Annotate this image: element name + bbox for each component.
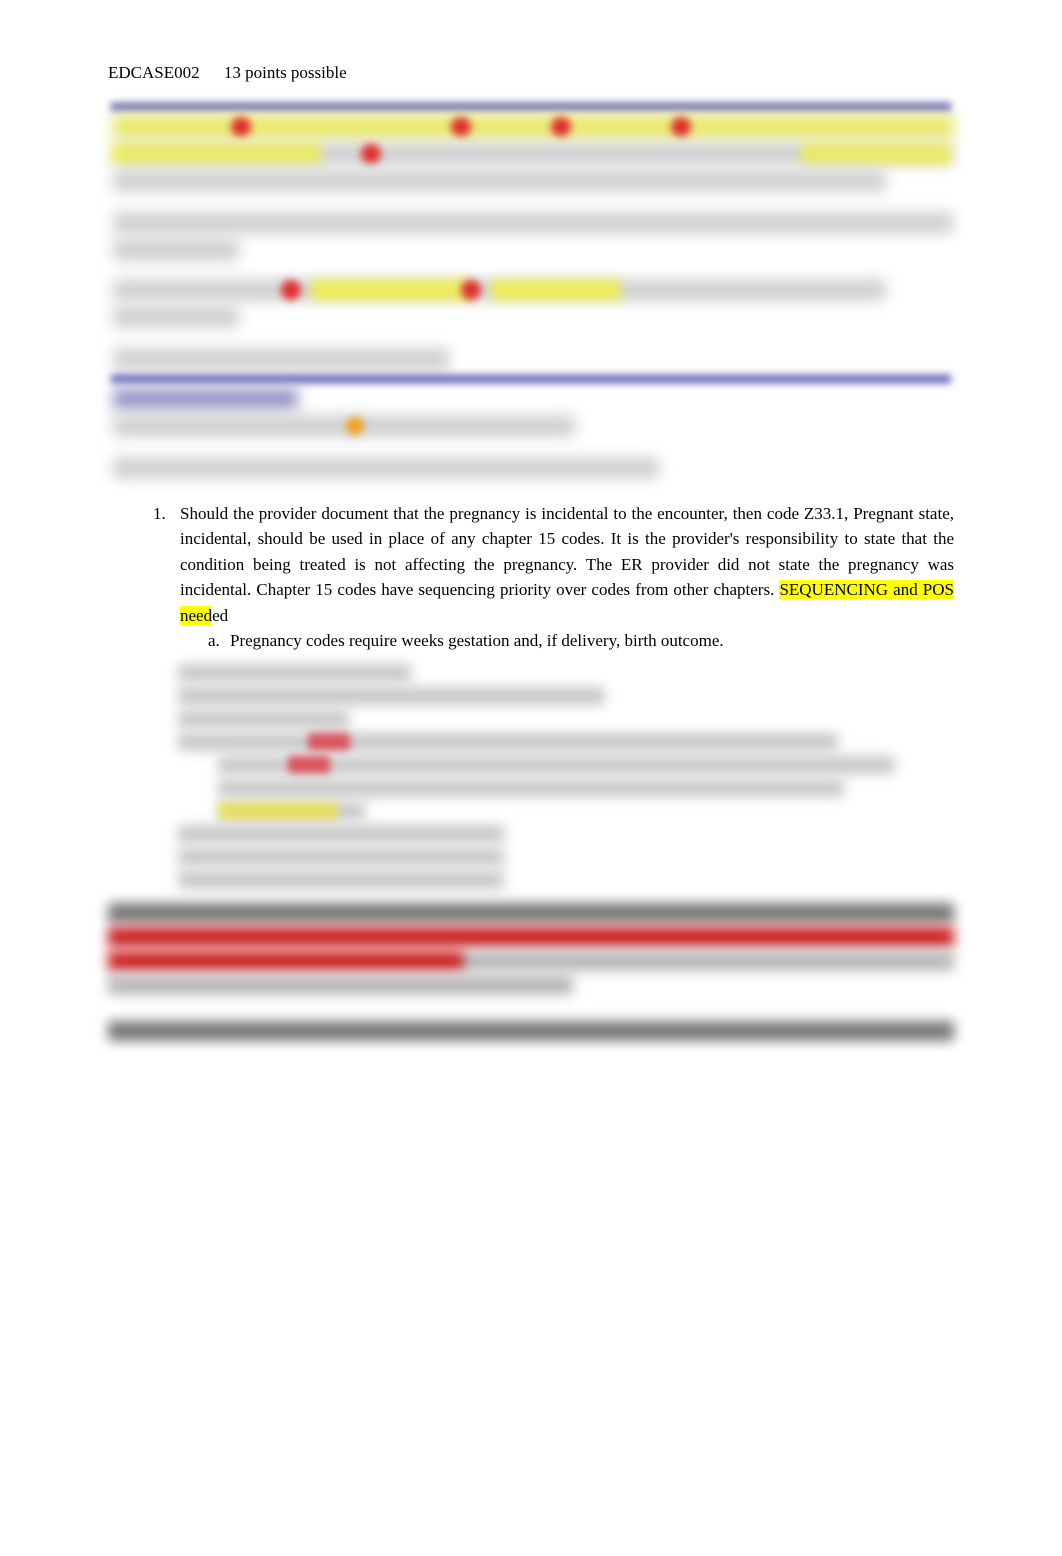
item1-text-c: odes have sequencing priority over codes…: [345, 580, 779, 599]
sub-list-1: Pregnancy codes require weeks gestation …: [180, 628, 954, 654]
answer-list: Should the provider document that the pr…: [108, 501, 954, 654]
page-header: EDCASE002 13 points possible: [108, 60, 954, 86]
item1-text-a: Should the provider document that the pr…: [180, 504, 954, 574]
sub-item-1a: Pregnancy codes require weeks gestation …: [224, 628, 954, 654]
blurred-footer: [108, 903, 954, 1041]
item1-text-d: ed: [212, 606, 228, 625]
list-item-1: Should the provider document that the pr…: [170, 501, 954, 654]
case-id: EDCASE002: [108, 63, 200, 82]
points-possible: 13 points possible: [224, 63, 347, 82]
blurred-list-items: [108, 664, 954, 889]
blurred-record: [108, 98, 954, 487]
